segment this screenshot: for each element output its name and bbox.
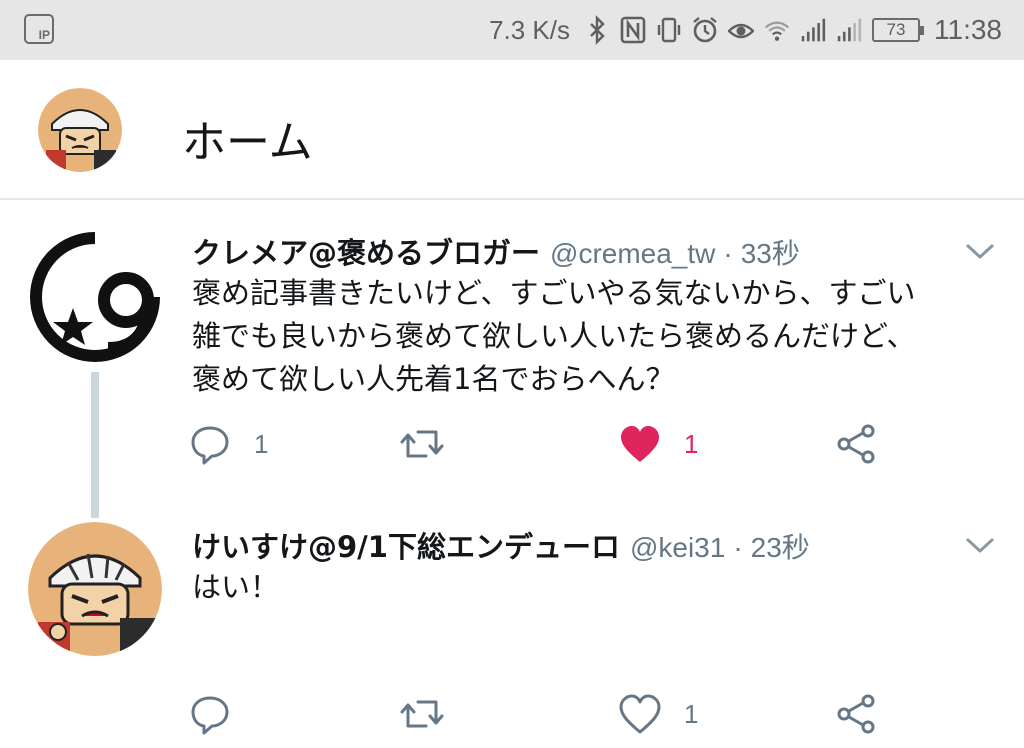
tweet[interactable]: けいすけ@9/1下総エンデューロ @kei31 · 23秒 はい！ 1 — [0, 500, 1024, 748]
heart-filled-icon — [621, 426, 659, 462]
reply-button[interactable]: 1 — [188, 422, 268, 466]
bluetooth-icon — [584, 15, 610, 45]
signal-icon-2 — [836, 15, 862, 45]
thread-connector — [91, 372, 99, 518]
network-speed: 7.3 K/s — [489, 14, 570, 45]
nfc-icon — [620, 15, 646, 45]
page-title: ホーム — [182, 117, 313, 168]
eye-icon — [727, 15, 755, 45]
retweet-icon — [400, 430, 444, 458]
reply-button[interactable] — [188, 692, 254, 736]
separator: · — [723, 238, 733, 269]
reply-count: 1 — [254, 428, 269, 459]
tweet[interactable]: クレメア@褒めるブロガー @cremea_tw · 33秒 褒め記事書きたいけど… — [0, 200, 1024, 500]
app-header: ホーム — [0, 60, 1024, 200]
retweet-button[interactable] — [400, 422, 466, 466]
tweet-text: 褒め記事書きたいけど、すごいやる気ないから、すごい 雑でも良いから褒めて欲しい人… — [192, 276, 916, 396]
reply-icon — [191, 696, 229, 735]
heart-icon — [619, 694, 661, 734]
tweet-time: 33秒 — [740, 238, 800, 269]
tweet-header: クレメア@褒めるブロガー @cremea_tw · 33秒 — [192, 230, 800, 272]
display-name[interactable]: けいすけ@9/1下総エンデューロ — [192, 524, 620, 566]
display-name[interactable]: クレメア@褒めるブロガー — [192, 230, 540, 272]
like-count: 1 — [684, 698, 699, 729]
user-handle[interactable]: @cremea_tw — [550, 238, 715, 270]
battery-level: 73 — [886, 20, 906, 39]
chevron-down-icon[interactable] — [964, 240, 996, 262]
clock: 11:38 — [934, 14, 1002, 45]
status-right: 7.3 K/s 73 11:38 — [489, 0, 1002, 60]
tweet-author-avatar[interactable] — [28, 230, 162, 364]
like-button[interactable]: 1 — [618, 422, 698, 466]
tweet-author-avatar[interactable] — [28, 522, 162, 656]
like-count: 1 — [684, 428, 699, 459]
share-button[interactable] — [834, 422, 878, 466]
like-button[interactable]: 1 — [618, 692, 698, 736]
share-icon — [837, 694, 875, 734]
tweet-actions: 1 1 — [188, 422, 928, 466]
retweet-button[interactable] — [400, 692, 466, 736]
signal-icon — [800, 15, 826, 45]
ip-label: IP — [38, 28, 50, 42]
separator: · — [733, 532, 743, 563]
retweet-icon — [400, 700, 444, 728]
chevron-down-icon[interactable] — [964, 534, 996, 556]
status-left: IP — [24, 14, 54, 44]
reply-icon — [191, 426, 229, 465]
share-button[interactable] — [834, 692, 878, 736]
user-handle[interactable]: @kei31 — [630, 532, 725, 564]
share-icon — [837, 424, 875, 464]
ip-icon: IP — [24, 14, 54, 44]
tweet-text: はい！ — [192, 570, 280, 604]
status-bar: IP 7.3 K/s 73 11:38 — [0, 0, 1024, 60]
battery-icon: 73 — [872, 18, 924, 42]
tweet-time: 23秒 — [750, 532, 810, 563]
vibrate-icon — [656, 15, 682, 45]
alarm-icon — [692, 15, 718, 45]
profile-avatar[interactable] — [38, 88, 122, 172]
tweet-actions: 1 — [188, 692, 928, 736]
tweet-header: けいすけ@9/1下総エンデューロ @kei31 · 23秒 — [192, 524, 810, 566]
wifi-icon — [764, 15, 790, 45]
